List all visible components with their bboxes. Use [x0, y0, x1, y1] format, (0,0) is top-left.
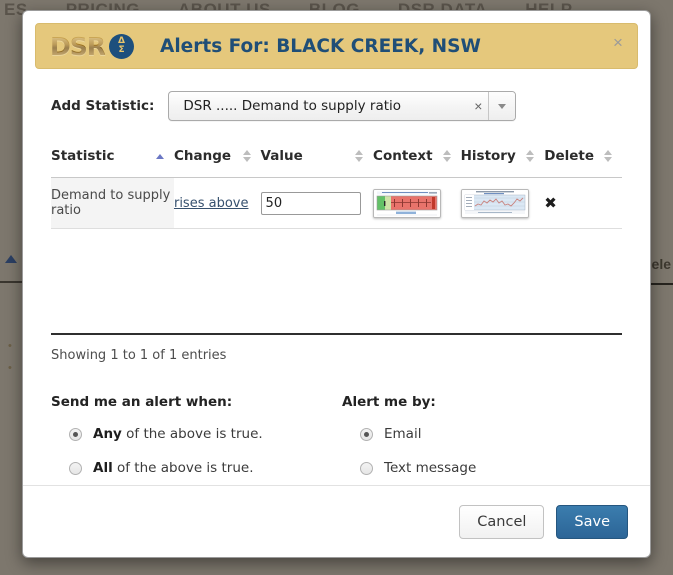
alerts-modal: DSR Δ Σ Alerts For: BLACK CREEK, NSW × A… [22, 10, 651, 558]
sort-both-icon [242, 150, 251, 162]
sigma-glyph: Σ [118, 45, 125, 55]
column-header-change[interactable]: Change [173, 148, 261, 178]
history-chart-thumbnail-icon[interactable] [460, 188, 529, 218]
alerts-table-head: Statistic Change Value Context History D… [51, 148, 622, 178]
add-statistic-label: Add Statistic: [51, 98, 155, 114]
dsr-logo-text: DSR [50, 31, 106, 61]
modal-header: DSR Δ Σ Alerts For: BLACK CREEK, NSW × [35, 23, 638, 69]
page-title: Alerts For: BLACK CREEK, NSW [160, 35, 481, 57]
column-label: Change [173, 148, 232, 164]
alert-when-heading: Send me an alert when: [51, 394, 233, 410]
column-header-context[interactable]: Context [373, 148, 461, 178]
background-triangle-icon [5, 255, 17, 263]
column-label: History [460, 148, 516, 164]
cell-history [460, 177, 545, 229]
radio-email-input[interactable] [360, 427, 373, 441]
sort-both-icon [355, 150, 364, 162]
alerts-table: Statistic Change Value Context History D… [51, 148, 622, 229]
context-chart-thumbnail-icon[interactable] [373, 188, 442, 218]
chevron-down-icon[interactable] [488, 92, 516, 120]
radio-any-rest: of the above is true. [121, 426, 263, 442]
add-statistic-selected-value: DSR ..... Demand to supply ratio [183, 98, 402, 114]
dsr-logo: DSR Δ Σ [50, 31, 135, 61]
table-row: Demand to supply ratio rises above 50 ✖ [51, 177, 622, 229]
column-header-history[interactable]: History [460, 148, 545, 178]
radio-text-message-input[interactable] [360, 461, 373, 475]
table-spacer [51, 229, 622, 333]
radio-option-any[interactable]: Any of the above is true. [69, 426, 342, 442]
alert-when-group: Send me an alert when: Any of the above … [51, 394, 342, 494]
background-ticks: • • [8, 340, 12, 374]
radio-all-label: All of the above is true. [93, 460, 254, 476]
radio-any-input[interactable] [69, 427, 82, 441]
dsr-logo-badge-icon: Δ Σ [109, 33, 135, 59]
radio-any-label: Any of the above is true. [93, 426, 263, 442]
column-label: Delete [544, 148, 594, 164]
save-button[interactable]: Save [556, 504, 628, 539]
close-icon[interactable]: × [607, 33, 625, 52]
radio-option-email[interactable]: Email [360, 426, 622, 442]
clear-selection-icon[interactable]: × [468, 98, 488, 114]
column-label: Context [373, 148, 433, 164]
column-header-value[interactable]: Value [260, 148, 374, 178]
entries-info: Showing 1 to 1 of 1 entries [51, 348, 227, 363]
background-right-text: ele [651, 256, 671, 272]
radio-all-input[interactable] [69, 461, 82, 475]
column-label: Statistic [51, 148, 115, 164]
radio-any-bold: Any [93, 426, 122, 442]
value-input[interactable] [260, 191, 361, 215]
radio-email-label: Email [384, 426, 422, 442]
cell-delete: ✖ [544, 177, 622, 229]
options-section: Send me an alert when: Any of the above … [51, 394, 622, 494]
radio-all-rest: of the above is true. [112, 460, 254, 476]
alert-by-heading: Alert me by: [342, 394, 436, 410]
add-statistic-select[interactable]: DSR ..... Demand to supply ratio × [168, 91, 517, 121]
change-condition-link[interactable]: rises above [174, 196, 249, 211]
radio-option-text-message[interactable]: Text message [360, 460, 622, 476]
sort-both-icon [604, 150, 612, 162]
alerts-table-body: Demand to supply ratio rises above 50 ✖ [51, 177, 622, 229]
radio-all-bold: All [93, 460, 113, 476]
add-statistic-row: Add Statistic: DSR ..... Demand to suppl… [51, 91, 622, 121]
sort-both-icon [442, 150, 451, 162]
cell-value [260, 177, 374, 229]
cell-statistic: Demand to supply ratio [51, 177, 174, 229]
radio-option-all[interactable]: All of the above is true. [69, 460, 342, 476]
sort-both-icon [526, 150, 535, 162]
modal-footer: Cancel Save [23, 485, 650, 557]
table-bottom-rule [51, 333, 622, 335]
cancel-button[interactable]: Cancel [459, 504, 545, 539]
sort-asc-icon [155, 153, 164, 159]
column-header-delete[interactable]: Delete [544, 148, 622, 178]
column-header-statistic[interactable]: Statistic [51, 148, 174, 178]
cell-context [373, 177, 461, 229]
column-label: Value [260, 148, 303, 164]
table-header-row: Statistic Change Value Context History D… [51, 148, 622, 178]
delete-row-icon[interactable]: ✖ [544, 194, 557, 212]
alert-by-group: Alert me by: Email Text message [342, 394, 622, 494]
modal-body: Add Statistic: DSR ..... Demand to suppl… [23, 69, 650, 494]
radio-text-message-label: Text message [384, 460, 477, 476]
cell-change: rises above [173, 177, 261, 229]
